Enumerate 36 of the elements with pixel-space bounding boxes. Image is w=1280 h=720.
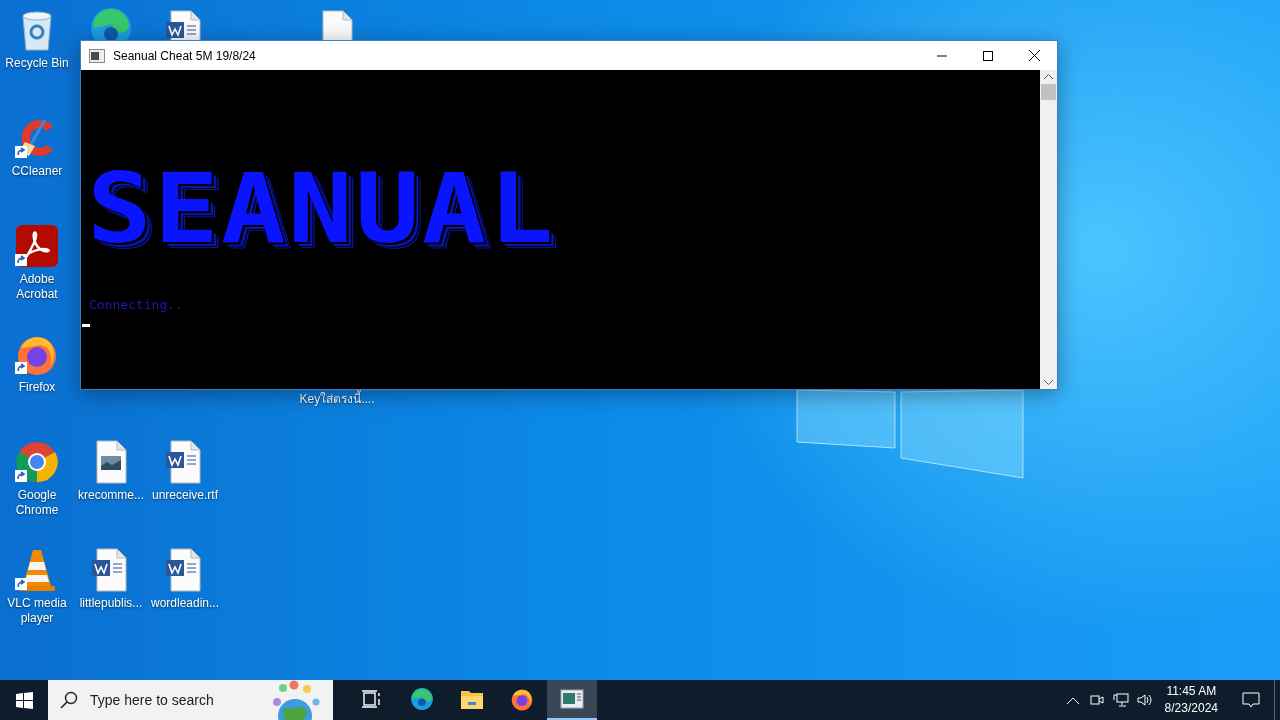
scroll-down-icon[interactable] xyxy=(1044,380,1053,385)
icon-label: VLC media player xyxy=(6,596,68,626)
folder-icon xyxy=(460,688,484,710)
window-title: Seanual Cheat 5M 19/8/24 xyxy=(113,48,257,63)
app-window-icon xyxy=(560,689,584,709)
clock[interactable]: 11:45 AM 8/23/2024 xyxy=(1164,683,1218,717)
circle-logo-icon[interactable] xyxy=(15,440,59,484)
icon-label: unreceive.rtf xyxy=(151,488,219,503)
icon-label: Recycle Bin xyxy=(4,56,70,71)
scroll-thumb[interactable] xyxy=(1041,84,1056,100)
icon-label: littlepublis... xyxy=(78,596,144,611)
swirl-logo-icon xyxy=(410,687,434,711)
icon-label: Google Chrome xyxy=(14,488,60,518)
search-input[interactable]: Type here to search xyxy=(88,691,262,709)
scrollbar[interactable] xyxy=(1040,70,1057,389)
pdf-logo-icon[interactable] xyxy=(15,224,59,268)
icon-label: Adobe Acrobat xyxy=(15,272,59,302)
close-icon xyxy=(1028,50,1040,61)
fox-logo-icon xyxy=(510,687,534,711)
clock-date: 8/23/2024 xyxy=(1164,700,1218,717)
console-line: Connecting.. xyxy=(89,297,183,312)
clock-time: 11:45 AM xyxy=(1166,683,1217,700)
icon-label: Keyใส่ตรงนี้.... xyxy=(298,392,376,407)
app-window-icon xyxy=(89,48,105,63)
search-bar[interactable]: Type here to search xyxy=(48,680,333,720)
search-icon xyxy=(60,691,78,709)
maximize-icon xyxy=(983,50,993,61)
task-view-icon xyxy=(362,690,382,708)
icon-label: krecomme... xyxy=(77,488,145,503)
icon-label: wordleadin... xyxy=(149,596,220,611)
icon-label: Firefox xyxy=(17,380,57,395)
windows-logo-icon xyxy=(15,691,33,709)
taskbar-app-button[interactable] xyxy=(547,680,597,720)
scroll-up-icon[interactable] xyxy=(1044,74,1053,79)
banner-title: SEANUAL xyxy=(87,165,556,253)
icon-label: CCleaner xyxy=(10,164,64,179)
